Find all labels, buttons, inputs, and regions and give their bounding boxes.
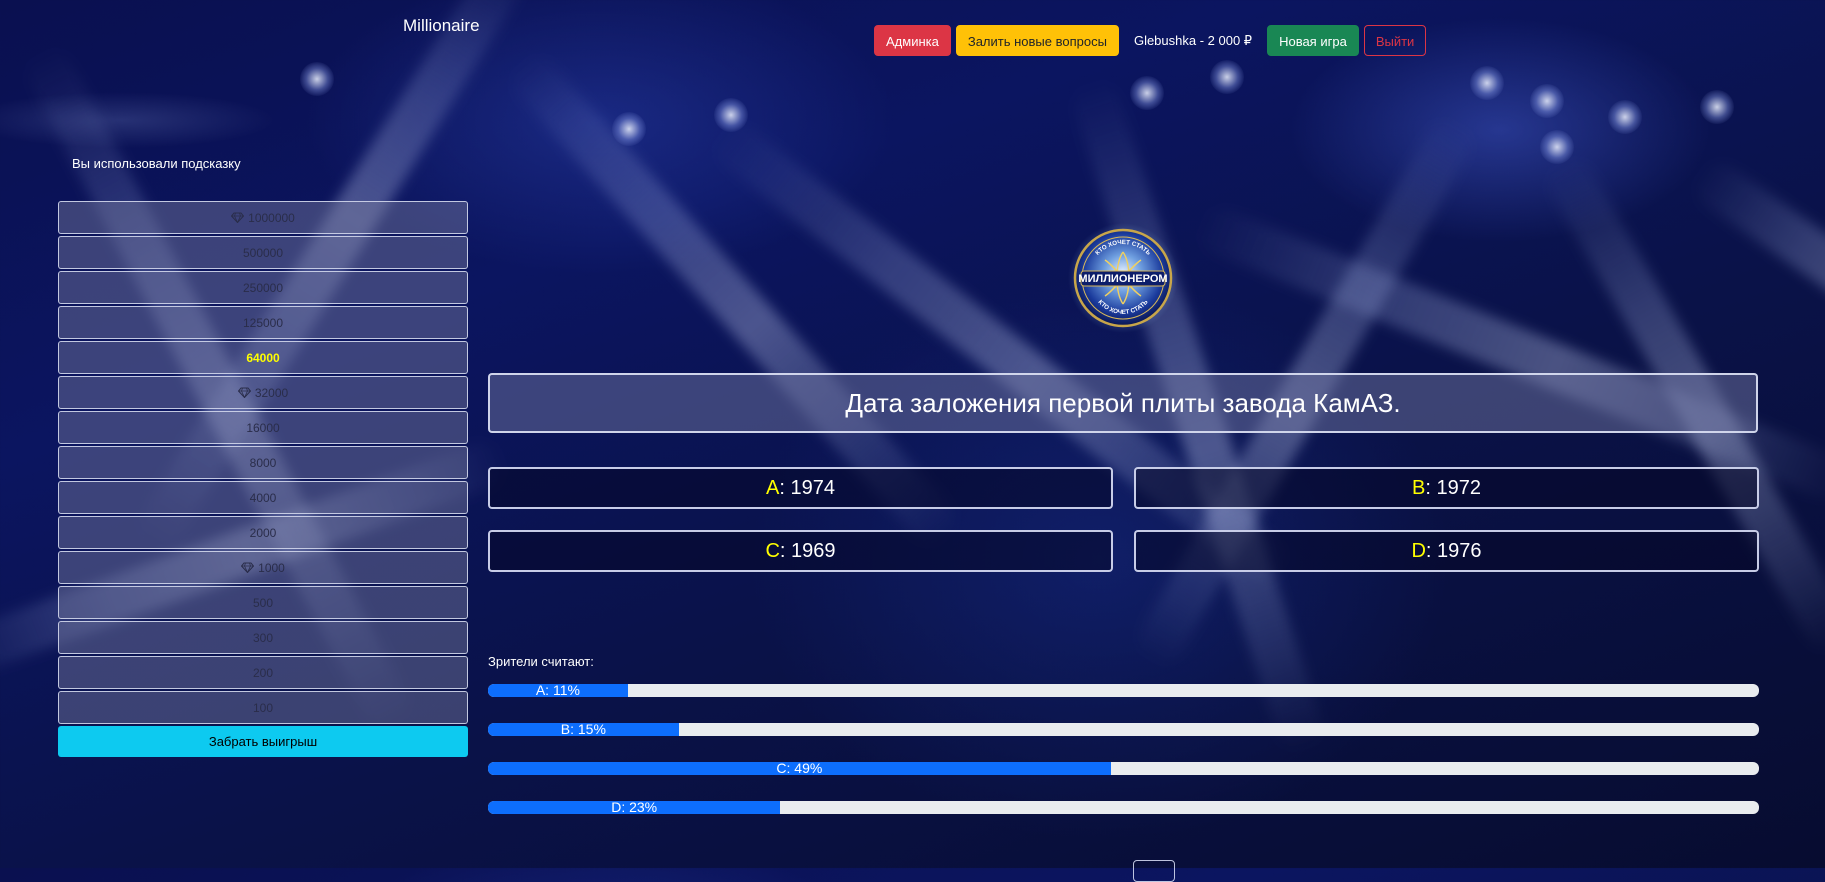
prize-amount: 64000 bbox=[246, 350, 280, 365]
upload-questions-button[interactable]: Залить новые вопросы bbox=[955, 25, 1119, 56]
logo-main-text: МИЛЛИОНЕРОМ bbox=[1078, 273, 1167, 285]
answer-a-button[interactable]: A: 1974 bbox=[488, 467, 1113, 509]
prize-ladder: 1000000 500000 250000 125000 64000 32000 16000… bbox=[58, 201, 468, 757]
diamond-icon bbox=[231, 212, 245, 223]
answer-letter: D bbox=[1411, 539, 1426, 562]
prize-level: 32000 bbox=[58, 376, 468, 409]
prize-level: 125000 bbox=[58, 306, 468, 339]
poll-fill-d: D: 23% bbox=[488, 801, 781, 814]
top-nav: Админка Залить новые вопросы Glebushka -… bbox=[874, 25, 1427, 56]
prize-amount: 1000 bbox=[258, 560, 285, 575]
prize-level: 300 bbox=[58, 621, 468, 654]
answer-letter: B bbox=[1412, 476, 1426, 499]
app-brand[interactable]: Millionaire bbox=[403, 16, 480, 36]
prize-level: 250000 bbox=[58, 271, 468, 304]
user-balance: Glebushka - 2 000 ₽ bbox=[1133, 32, 1253, 48]
poll-bar-c: C: 49% bbox=[488, 762, 1759, 775]
prize-level: 4000 bbox=[58, 481, 468, 514]
diamond-icon bbox=[241, 562, 255, 573]
prize-amount: 100 bbox=[252, 700, 274, 715]
prize-level: 500 bbox=[58, 586, 468, 619]
prize-level: 100 bbox=[58, 691, 468, 724]
prize-level: 64000 bbox=[58, 341, 468, 374]
prize-amount: 32000 bbox=[254, 385, 289, 400]
prize-amount: 300 bbox=[252, 630, 274, 645]
bottom-control[interactable] bbox=[1133, 860, 1175, 882]
prize-amount: 16000 bbox=[246, 420, 280, 435]
take-winnings-button[interactable]: Забрать выигрыш bbox=[58, 726, 468, 757]
answer-letter: C bbox=[765, 539, 780, 562]
answer-c-button[interactable]: C: 1969 bbox=[488, 530, 1113, 572]
prize-amount: 500000 bbox=[242, 245, 284, 260]
prize-level: 16000 bbox=[58, 411, 468, 444]
poll-bar-a: A: 11% bbox=[488, 684, 1759, 697]
poll-fill-b: B: 15% bbox=[488, 723, 679, 736]
prize-level: 1000000 bbox=[58, 201, 468, 234]
logout-button[interactable]: Выйти bbox=[1363, 25, 1427, 56]
poll-fill-c: C: 49% bbox=[488, 762, 1111, 775]
answer-d-button[interactable]: D: 1976 bbox=[1134, 530, 1759, 572]
prize-amount: 200 bbox=[252, 665, 274, 680]
poll-fill-a: A: 11% bbox=[488, 684, 628, 697]
prize-amount: 4000 bbox=[249, 490, 277, 505]
answer-text: 1972 bbox=[1430, 476, 1481, 499]
answer-text: 1969 bbox=[785, 539, 836, 562]
answer-text: 1976 bbox=[1431, 539, 1482, 562]
prize-level: 500000 bbox=[58, 236, 468, 269]
prize-amount: 125000 bbox=[242, 315, 284, 330]
prize-level: 8000 bbox=[58, 446, 468, 479]
answer-b-button[interactable]: B: 1972 bbox=[1134, 467, 1759, 509]
poll-bar-d: D: 23% bbox=[488, 801, 1759, 814]
answer-text: 1974 bbox=[784, 476, 835, 499]
prize-amount: 250000 bbox=[242, 280, 284, 295]
prize-level: 200 bbox=[58, 656, 468, 689]
answer-letter: A bbox=[766, 476, 780, 499]
hint-used-note: Вы использовали подсказку bbox=[72, 156, 241, 171]
prize-level: 1000 bbox=[58, 551, 468, 584]
prize-amount: 8000 bbox=[249, 455, 277, 470]
new-game-button[interactable]: Новая игра bbox=[1267, 25, 1359, 56]
admin-button[interactable]: Админка bbox=[874, 25, 951, 56]
audience-poll-title: Зрители считают: bbox=[488, 654, 594, 669]
millionaire-logo: МИЛЛИОНЕРОМ КТО ХОЧЕТ СТАТЬ КТО ХОЧЕТ СТ… bbox=[1068, 223, 1178, 333]
prize-amount: 2000 bbox=[249, 525, 277, 540]
prize-level: 2000 bbox=[58, 516, 468, 549]
poll-bar-b: B: 15% bbox=[488, 723, 1759, 736]
diamond-icon bbox=[237, 387, 251, 398]
prize-amount: 500 bbox=[252, 595, 274, 610]
question-text: Дата заложения первой плиты завода КамАЗ… bbox=[488, 373, 1758, 433]
prize-amount: 1000000 bbox=[248, 210, 295, 225]
